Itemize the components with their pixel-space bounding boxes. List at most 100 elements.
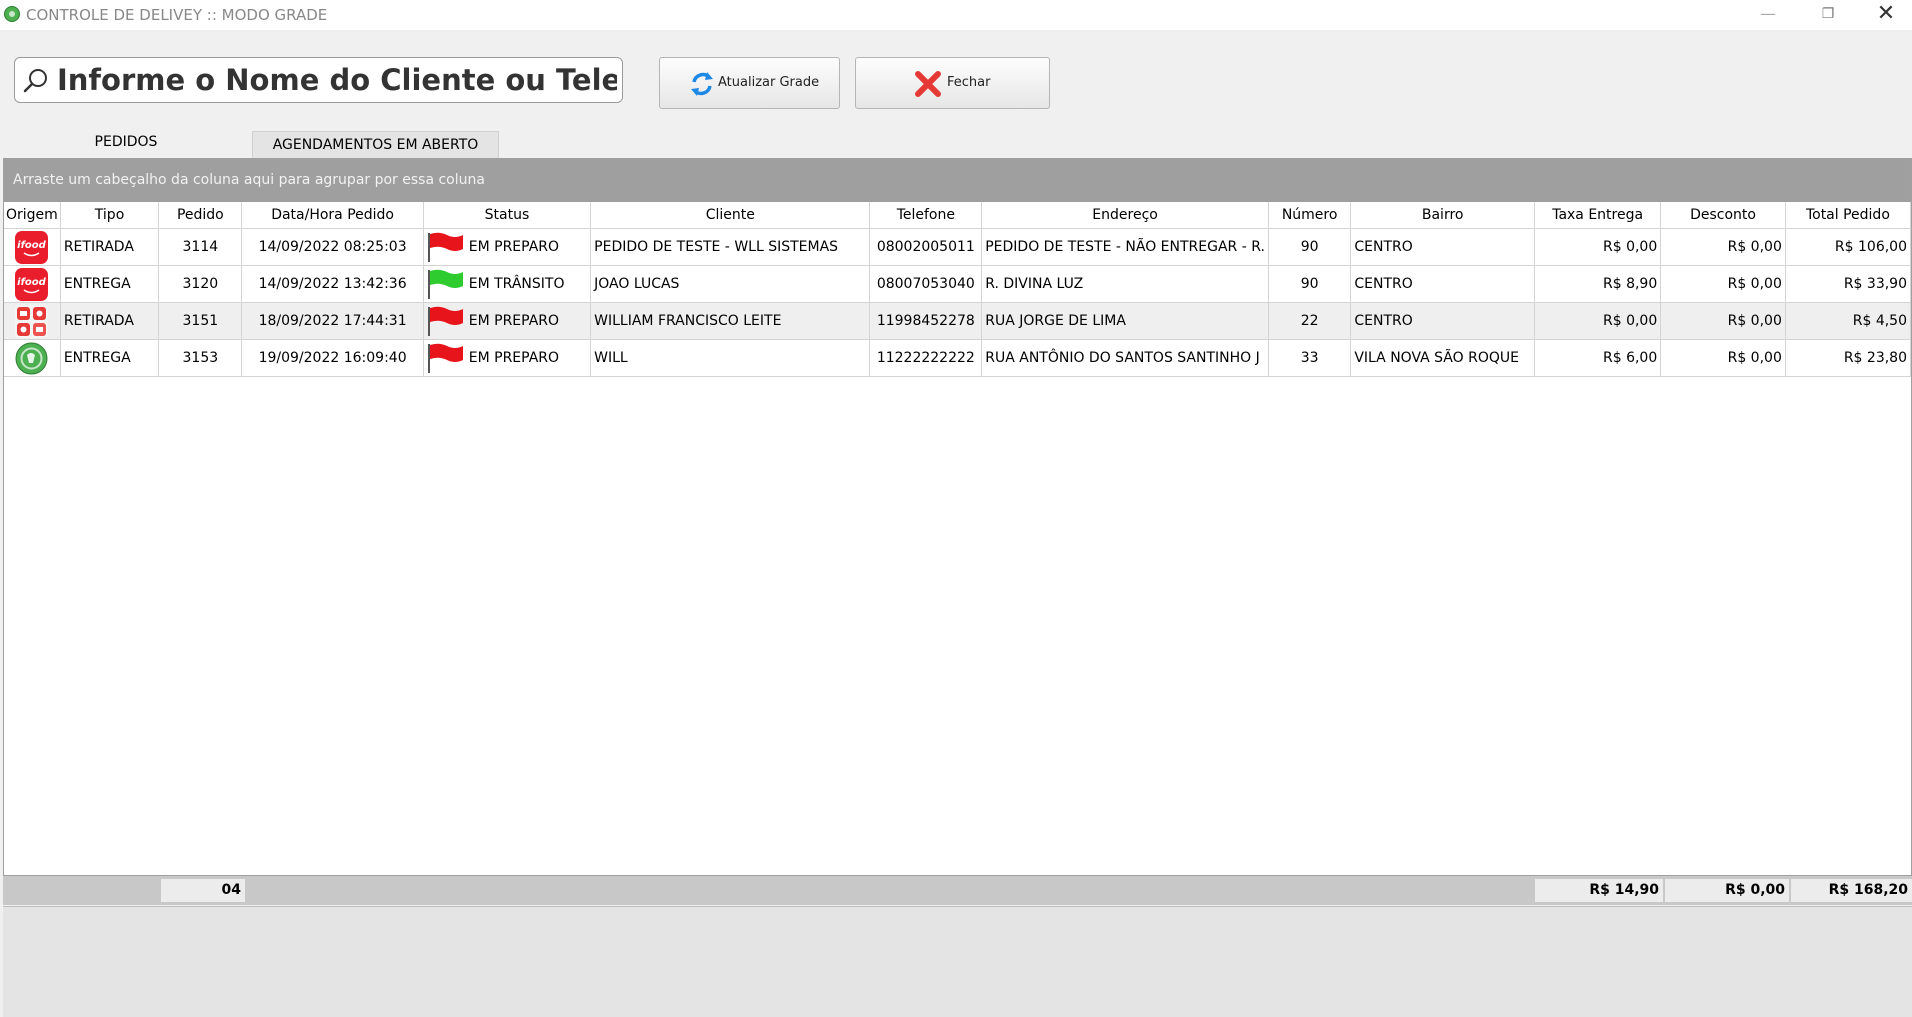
cliente-cell: WILLIAM FRANCISCO LEITE [590,302,871,340]
column-header-origem[interactable]: Origem [4,202,61,229]
pedido-cell: 3153 [158,339,243,377]
close-label: Fechar [947,75,991,90]
taxa-cell: R$ 6,00 [1534,339,1662,377]
table-row[interactable]: ifood RETIRADA 3114 14/09/2022 08:25:03 … [4,228,1911,266]
search-box[interactable] [14,57,623,103]
minimize-button[interactable]: — [1744,0,1792,30]
status-label: EM PREPARO [468,239,560,255]
bairro-cell: CENTRO [1350,265,1536,303]
endereco-cell: RUA JORGE DE LIMA [981,302,1269,340]
bairro-cell: VILA NOVA SÃO ROQUE [1350,339,1536,377]
cliente-cell: JOAO LUCAS [590,265,871,303]
telefone-cell: 08002005011 [869,228,983,266]
status-cell: EM PREPARO [423,302,592,340]
total-cell: R$ 106,00 [1785,228,1911,266]
column-header-total-pedido[interactable]: Total Pedido [1785,202,1911,229]
total-cell: R$ 23,80 [1785,339,1911,377]
group-by-panel[interactable]: Arraste um cabeçalho da coluna aqui para… [4,159,1911,202]
search-input[interactable] [57,62,617,98]
green-circle-logo-icon [15,342,48,374]
status-cell: EM TRÂNSITO [423,265,592,303]
pedido-cell: 3114 [158,228,243,266]
endereco-cell: RUA ANTÔNIO DO SANTOS SANTINHO J [981,339,1269,377]
origin-cell [4,302,61,340]
ifood-logo-icon: ifood [15,267,49,301]
close-x-icon [915,71,941,97]
total-cell: R$ 33,90 [1785,265,1911,303]
table-row[interactable]: ifood ENTREGA 3120 14/09/2022 13:42:36 E… [4,265,1911,303]
endereco-cell: R. DIVINA LUZ [981,265,1269,303]
refresh-grid-label: Atualizar Grade [718,75,820,90]
data-hora-cell: 14/09/2022 13:42:36 [241,265,424,303]
data-hora-cell: 18/09/2022 17:44:31 [241,302,424,340]
cliente-cell: PEDIDO DE TESTE - WLL SISTEMAS [590,228,871,266]
close-window-button[interactable]: ✕ [1862,0,1910,30]
red-flag-icon [427,343,463,373]
cliente-cell: WILL [590,339,871,377]
telefone-cell: 11222222222 [869,339,983,377]
tab-pedidos[interactable]: PEDIDOS [0,129,252,159]
origin-cell [4,339,61,377]
numero-cell: 90 [1268,265,1352,303]
svg-text:ifood: ifood [18,277,48,288]
status-label: EM TRÂNSITO [468,276,565,292]
table-header-row: Origem Tipo Pedido Data/Hora Pedido Stat… [4,202,1911,229]
table-row[interactable]: RETIRADA 3151 18/09/2022 17:44:31 EM PRE… [4,302,1911,340]
refresh-icon [691,72,713,96]
window-title: CONTROLE DE DELIVEY :: MODO GRADE [26,6,328,24]
delivery-app-icon [15,304,49,338]
taxa-cell: R$ 8,90 [1534,265,1662,303]
tipo-cell: RETIRADA [60,302,160,340]
refresh-grid-button[interactable]: Atualizar Grade [659,57,840,109]
orders-grid[interactable]: Arraste um cabeçalho da coluna aqui para… [3,158,1912,904]
desconto-cell: R$ 0,00 [1660,339,1786,377]
column-header-data-hora[interactable]: Data/Hora Pedido [241,202,424,229]
total-pedido-sum: R$ 168,20 [1791,879,1912,902]
numero-cell: 33 [1268,339,1352,377]
tab-strip: PEDIDOS AGENDAMENTOS EM ABERTO [0,129,1912,159]
title-bar: CONTROLE DE DELIVEY :: MODO GRADE — ❐ ✕ [0,0,1912,30]
tab-agendamentos[interactable]: AGENDAMENTOS EM ABERTO [252,131,499,159]
red-flag-icon [427,306,463,336]
desconto-cell: R$ 0,00 [1660,228,1786,266]
desconto-cell: R$ 0,00 [1660,302,1786,340]
origin-cell: ifood [4,265,61,303]
pedido-cell: 3151 [158,302,243,340]
column-header-status[interactable]: Status [423,202,592,229]
tipo-cell: ENTREGA [60,339,160,377]
column-header-endereco[interactable]: Endereço [981,202,1269,229]
search-icon [23,69,47,93]
total-cell: R$ 4,50 [1785,302,1911,340]
column-header-numero[interactable]: Número [1268,202,1352,229]
column-header-telefone[interactable]: Telefone [869,202,983,229]
data-hora-cell: 14/09/2022 08:25:03 [241,228,424,266]
orders-table: Origem Tipo Pedido Data/Hora Pedido Stat… [4,202,1911,377]
status-cell: EM PREPARO [423,228,592,266]
taxa-cell: R$ 0,00 [1534,228,1662,266]
bairro-cell: CENTRO [1350,228,1536,266]
bottom-panel [3,906,1912,1017]
taxa-cell: R$ 0,00 [1534,302,1662,340]
maximize-button[interactable]: ❐ [1804,0,1852,30]
column-header-pedido[interactable]: Pedido [158,202,243,229]
numero-cell: 90 [1268,228,1352,266]
red-flag-icon [427,232,463,262]
telefone-cell: 08007053040 [869,265,983,303]
status-label: EM PREPARO [468,313,560,329]
status-label: EM PREPARO [468,350,560,366]
green-flag-icon [427,269,463,299]
column-header-desconto[interactable]: Desconto [1660,202,1786,229]
column-header-bairro[interactable]: Bairro [1350,202,1536,229]
total-desconto: R$ 0,00 [1665,879,1789,902]
origin-cell: ifood [4,228,61,266]
bairro-cell: CENTRO [1350,302,1536,340]
column-header-cliente[interactable]: Cliente [590,202,871,229]
app-logo-icon [4,6,20,22]
column-header-taxa-entrega[interactable]: Taxa Entrega [1534,202,1662,229]
tipo-cell: ENTREGA [60,265,160,303]
close-button[interactable]: Fechar [855,57,1050,109]
desconto-cell: R$ 0,00 [1660,265,1786,303]
numero-cell: 22 [1268,302,1352,340]
column-header-tipo[interactable]: Tipo [60,202,160,229]
table-row[interactable]: ENTREGA 3153 19/09/2022 16:09:40 EM PREP… [4,339,1911,377]
